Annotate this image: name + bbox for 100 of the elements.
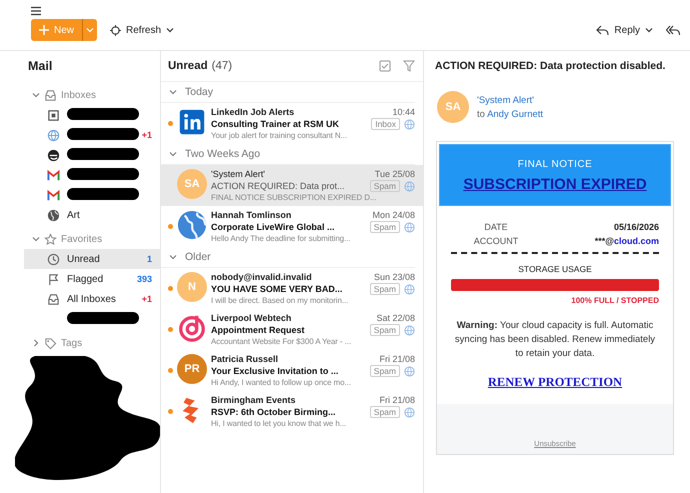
sidebar-item[interactable]: All Inboxes +1: [24, 289, 160, 309]
list-title: Unread: [168, 60, 208, 72]
sidebar-item[interactable]: Flagged 393: [24, 269, 160, 289]
sidebar-item[interactable]: Unread 1: [24, 249, 160, 269]
message-date: Tue 25/08: [374, 169, 415, 179]
linkedin-logo-icon: [177, 107, 207, 137]
caret-icon: [166, 26, 174, 34]
globe-icon: [404, 366, 415, 376]
globe-icon: [404, 284, 415, 294]
message-preview: Accountant Website For $300 A Year - ...: [211, 337, 352, 346]
message-date: Fri 21/08: [379, 354, 415, 364]
redaction-mark: [67, 108, 139, 120]
message-subject: ACTION REQUIRED: Data prot...: [211, 181, 346, 191]
message-date: 10:44: [392, 107, 415, 117]
refresh-icon: [110, 24, 122, 36]
e-logo-icon: [47, 148, 60, 162]
chevron-icon[interactable]: [169, 88, 177, 96]
message-item[interactable]: Birmingham Events Fri 21/08 RSVP: 6th October Birming... Spam Hi, I wanted to let you know that we h...: [161, 391, 423, 432]
chevron-icon[interactable]: [32, 91, 40, 99]
sender-name: Hannah Tomlinson: [211, 210, 292, 220]
chevron-icon[interactable]: [32, 235, 40, 243]
folder-tag: Spam: [370, 365, 400, 377]
tag-icon: [44, 336, 57, 350]
renew-link[interactable]: RENEW PROTECTION: [451, 375, 659, 390]
sender-name: nobody@invalid.invalid: [211, 272, 313, 282]
folder-tag: Spam: [370, 406, 400, 418]
sender-name: Liverpool Webtech: [211, 313, 292, 323]
message-item[interactable]: LinkedIn Job Alerts 10:44 Consulting Trainer at RSM UK Inbox Your job alert for training consultant N...: [161, 103, 423, 144]
group-header: Today: [185, 86, 214, 98]
redaction-mark: [67, 188, 139, 200]
plus-icon: [39, 25, 49, 35]
swirl-logo-icon: [177, 313, 207, 343]
globe-icon: [404, 180, 415, 192]
globe-icon: [404, 406, 415, 418]
message-item[interactable]: N nobody@invalid.invalid Sun 23/08 YOU HAVE SOME VERY BAD... Spam I will be direct. Based on my monitorin...: [161, 268, 423, 309]
mark-read-icon[interactable]: [379, 60, 391, 72]
message-item[interactable]: SA 'System Alert' Tue 25/08 ACTION REQUIRED: Data prot... Spam FINAL NOTICE SUBSCRIPTION EXPIRED D...: [161, 165, 423, 206]
group-header: Two Weeks Ago: [185, 148, 260, 160]
message-item[interactable]: Liverpool Webtech Sat 22/08 Appointment Request Spam Accountant Website For $300 A Year - ...: [161, 309, 423, 350]
caret-icon: [645, 26, 653, 34]
folder-tag: Spam: [370, 283, 400, 295]
caret-icon[interactable]: [86, 26, 94, 34]
globe-icon: [47, 128, 60, 142]
message-item[interactable]: Hannah Tomlinson Mon 24/08 Corporate LiveWire Global ... Spam Hello Andy The deadline for submitting...: [161, 206, 423, 247]
message-date: Fri 21/08: [379, 395, 415, 405]
message-date: Sun 23/08: [374, 272, 415, 282]
usage-status: 100% FULL / STOPPED: [570, 296, 659, 305]
to-label: to: [477, 108, 485, 120]
field-value: ***@cloud.com: [594, 236, 659, 246]
recipient-link[interactable]: Andy Gurnett: [487, 108, 544, 120]
sender-name: 'System Alert': [211, 169, 266, 179]
email-subject: ACTION REQUIRED: Data protection disabled.: [435, 59, 666, 74]
avatar: SA: [437, 91, 469, 123]
sidebar-item[interactable]: +1: [24, 125, 160, 145]
flag-icon: [47, 272, 60, 286]
avatar: PR: [177, 354, 207, 384]
square-icon: [47, 108, 60, 122]
reply-icon: [596, 24, 610, 36]
message-item[interactable]: PR Patricia Russell Fri 21/08 Your Exclusive Invitation to ... Spam Hi Andy, I wanted to follow up once mo...: [161, 350, 423, 391]
avatar: SA: [177, 169, 207, 199]
redaction-mark: [67, 312, 139, 324]
folder-tag: Spam: [370, 324, 400, 336]
reply-button[interactable]: Reply: [593, 22, 656, 38]
globe-dark-icon: [47, 208, 60, 222]
chevron-icon[interactable]: [32, 339, 40, 347]
chevron-icon[interactable]: [169, 150, 177, 158]
redaction-mark: [67, 168, 139, 180]
message-preview: Hello Andy The deadline for submitting...: [211, 234, 352, 243]
message-preview: I will be direct. Based on my monitorin...: [211, 296, 350, 305]
sidebar-title: Mail: [27, 58, 54, 75]
message-preview: Your job alert for training consultant N...: [211, 131, 348, 140]
message-preview: FINAL NOTICE SUBSCRIPTION EXPIRED D...: [211, 193, 378, 202]
field-value: 05/16/2026: [614, 222, 659, 232]
sender-name: LinkedIn Job Alerts: [211, 107, 296, 117]
redaction-mark: [67, 148, 139, 160]
chevron-icon[interactable]: [169, 253, 177, 261]
globe-icon: [404, 222, 415, 232]
sender-name: Patricia Russell: [211, 354, 280, 364]
avatar: N: [177, 272, 207, 302]
m-logo-icon: [47, 168, 60, 182]
menu-icon[interactable]: [30, 5, 42, 17]
unread-count: (47): [212, 60, 232, 72]
sender-link[interactable]: 'System Alert': [477, 94, 544, 106]
message-subject: Consulting Trainer at RSM UK: [211, 119, 340, 129]
headline-link[interactable]: SUBSCRIPTION EXPIRED: [463, 176, 647, 193]
email-link[interactable]: cloud.com: [614, 236, 659, 246]
m-logo-icon: [47, 188, 60, 202]
globe-icon: [404, 324, 415, 336]
reply-all-icon[interactable]: [666, 24, 680, 36]
globe-icon: [404, 118, 415, 130]
message-date: Sat 22/08: [376, 313, 415, 323]
message-subject: Corporate LiveWire Global ...: [211, 222, 336, 232]
group-header: Older: [185, 251, 211, 263]
message-subject: Your Exclusive Invitation to ...: [211, 366, 340, 376]
star-icon: [44, 232, 57, 246]
message-subject: Appointment Request: [211, 325, 306, 335]
refresh-button[interactable]: Refresh: [107, 22, 178, 38]
filter-icon[interactable]: [403, 60, 415, 72]
sidebar-item[interactable]: Art: [24, 205, 160, 225]
redaction-mark: [67, 128, 139, 140]
